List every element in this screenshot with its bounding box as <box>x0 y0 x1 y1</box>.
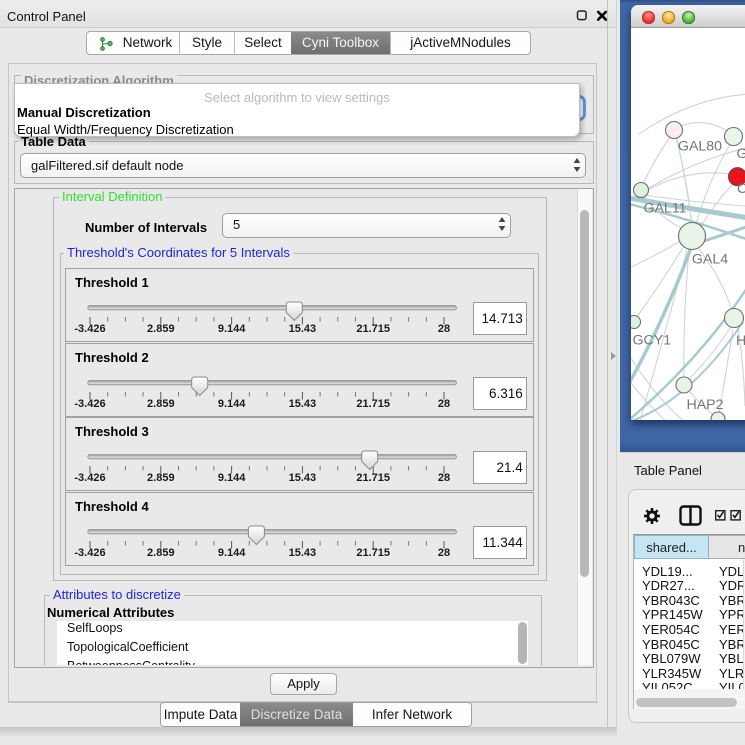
svg-text:28: 28 <box>438 472 450 484</box>
svg-text:H: H <box>736 333 745 349</box>
svg-text:2.859: 2.859 <box>147 323 175 335</box>
svg-text:21.715: 21.715 <box>356 323 390 335</box>
svg-text:15.43: 15.43 <box>289 547 317 559</box>
svg-text:GCY1: GCY1 <box>633 333 672 349</box>
svg-text:GAL11: GAL11 <box>643 201 686 217</box>
svg-text:21.715: 21.715 <box>356 472 390 484</box>
svg-text:GA: GA <box>737 146 745 162</box>
svg-text:9.144: 9.144 <box>218 398 246 410</box>
svg-text:28: 28 <box>438 398 450 410</box>
svg-text:HAP2: HAP2 <box>686 397 723 413</box>
svg-text:-3.426: -3.426 <box>74 398 105 410</box>
svg-text:2.859: 2.859 <box>147 472 175 484</box>
svg-text:15.43: 15.43 <box>289 472 317 484</box>
svg-text:9.144: 9.144 <box>218 472 246 484</box>
svg-text:2.859: 2.859 <box>147 547 175 559</box>
svg-text:2.859: 2.859 <box>147 398 175 410</box>
svg-text:9.144: 9.144 <box>218 323 246 335</box>
svg-text:28: 28 <box>438 323 450 335</box>
svg-text:-3.426: -3.426 <box>74 323 105 335</box>
svg-text:-3.426: -3.426 <box>74 472 105 484</box>
svg-text:15.43: 15.43 <box>289 323 317 335</box>
svg-text:GAL4: GAL4 <box>692 252 728 268</box>
svg-text:-3.426: -3.426 <box>74 547 105 559</box>
svg-text:21.715: 21.715 <box>356 547 390 559</box>
svg-text:9.144: 9.144 <box>218 547 246 559</box>
svg-text:15.43: 15.43 <box>289 398 317 410</box>
svg-text:GAL80: GAL80 <box>678 139 722 155</box>
svg-text:28: 28 <box>438 547 450 559</box>
svg-text:21.715: 21.715 <box>356 398 390 410</box>
svg-text:C: C <box>737 181 745 197</box>
